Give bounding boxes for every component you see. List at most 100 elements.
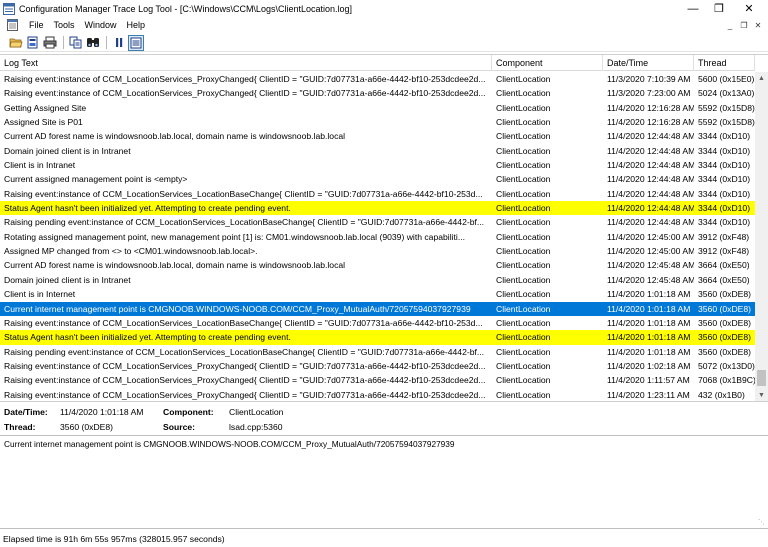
table-row[interactable]: Current internet management point is CMG… [0,301,755,316]
title-bar: Configuration Manager Trace Log Tool - [… [0,0,768,17]
log-text-cell: Raising event:instance of CCM_LocationSe… [4,389,486,400]
restore-button[interactable]: ❐ [706,0,732,17]
column-header-log-text[interactable]: Log Text [0,55,492,71]
table-row[interactable]: Current assigned management point is <em… [0,172,755,186]
menu-window[interactable]: Window [80,20,122,30]
table-row[interactable]: Assigned MP changed from <> to <CM01.win… [0,244,755,258]
component-cell: ClientLocation [496,231,551,242]
component-cell: ClientLocation [496,131,551,142]
table-row[interactable]: Getting Assigned Site ClientLocation 11/4/… [0,101,755,115]
component-cell: ClientLocation [496,289,551,300]
scroll-thumb[interactable] [757,370,766,386]
thread-cell: 3344 (0xD10) [698,131,751,142]
thread-cell: 3560 (0xDE8) [698,346,752,357]
component-cell: ClientLocation [496,74,551,84]
source-value: lsad.cpp:5360 [229,422,283,432]
scroll-up-button[interactable]: ▲ [755,72,768,85]
component-cell: ClientLocation [496,203,551,214]
column-header-component[interactable]: Component [492,55,603,71]
table-row[interactable]: Raising event:instance of CCM_LocationSe… [0,373,755,387]
table-row[interactable]: Assigned Site is P01 ClientLocation 11/4/2… [0,115,755,129]
thread-cell: 3664 (0xE50) [698,260,750,271]
open-folder-icon [9,38,23,48]
document-icon[interactable] [7,19,18,31]
datetime-cell: 11/4/2020 12:45:48 AM [607,274,694,285]
resize-grip-icon[interactable]: ⋱ [758,518,766,526]
column-header-datetime[interactable]: Date/Time [603,55,694,71]
log-grid[interactable]: Log Text Component Date/Time Thread Rais… [0,54,768,402]
component-cell: ClientLocation [496,145,551,156]
chevron-up-icon: ▲ [758,75,765,82]
table-row[interactable]: Domain joined client is in Intranet Clien… [0,144,755,158]
log-text-cell: Domain joined client is in Intranet [4,145,131,156]
table-row[interactable]: Raising pending event:instance of CCM_Lo… [0,215,755,229]
menu-file[interactable]: File [24,20,49,30]
table-row[interactable]: Raising event:instance of CCM_LocationSe… [0,359,755,373]
mdi-close-button[interactable]: ✕ [752,19,764,31]
thread-cell: 432 (0x1B0) [698,389,745,400]
thread-cell: 3344 (0xD10) [698,188,751,199]
menu-help[interactable]: Help [122,20,151,30]
copy-button[interactable] [68,35,84,51]
column-header-thread[interactable]: Thread [694,55,755,71]
component-cell: ClientLocation [496,303,551,314]
log-text-cell: Current AD forest name is windowsnoob.la… [4,131,346,142]
minimize-button[interactable]: — [680,0,706,17]
table-row[interactable]: Raising event:instance of CCM_LocationSe… [0,72,755,86]
datetime-cell: 11/4/2020 12:45:00 AM [607,246,694,257]
table-row[interactable]: Client is in Internet ClientLocation 11/4/… [0,287,755,301]
find-icon [87,38,99,47]
log-text-cell: Current AD forest name is windowsnoob.la… [4,260,346,271]
datetime-cell: 11/4/2020 1:01:18 AM [607,346,691,357]
highlight-button[interactable] [128,34,144,51]
scroll-down-button[interactable]: ▼ [755,389,768,401]
log-text-cell: Status Agent hasn't been initialized yet… [4,203,291,214]
datetime-cell: 11/4/2020 12:45:48 AM [607,260,694,271]
message-box[interactable]: Current internet management point is CMG… [0,435,768,529]
highlight-icon [130,37,142,48]
table-row[interactable]: Raising event:instance of CCM_LocationSe… [0,86,755,100]
table-row[interactable]: Raising event:instance of CCM_LocationSe… [0,388,755,401]
component-cell: ClientLocation [496,274,551,285]
datetime-cell: 11/4/2020 12:44:48 AM [607,203,694,214]
table-row[interactable]: Current AD forest name is windowsnoob.la… [0,258,755,272]
find-button[interactable] [85,35,101,51]
table-row[interactable]: Client is in Intranet ClientLocation 11/4/… [0,158,755,172]
status-bar: Elapsed time is 91h 6m 55s 957ms (328015… [0,532,768,547]
pause-button[interactable] [111,35,127,51]
thread-cell: 7068 (0x1B9C) [698,375,755,386]
thread-cell: 3344 (0xD10) [698,174,751,185]
status-text: Elapsed time is 91h 6m 55s 957ms (328015… [3,534,225,544]
table-row[interactable]: Raising event:instance of CCM_LocationSe… [0,187,755,201]
mdi-minimize-button[interactable]: _ [724,19,736,31]
vertical-scrollbar[interactable]: ▲ ▼ [755,72,768,401]
table-row[interactable]: Raising pending event:instance of CCM_Lo… [0,345,755,359]
table-row[interactable]: Current AD forest name is windowsnoob.la… [0,129,755,143]
datetime-cell: 11/3/2020 7:10:39 AM [607,74,691,84]
table-row[interactable]: Raising event:instance of CCM_LocationSe… [0,316,755,330]
table-row[interactable]: Status Agent hasn't been initialized yet… [0,201,755,216]
print-preview-button[interactable] [25,35,41,51]
component-value: ClientLocation [229,407,284,417]
mdi-restore-button[interactable]: ❐ [738,19,750,31]
pause-icon [116,38,123,47]
log-text-cell: Status Agent hasn't been initialized yet… [4,332,291,343]
menu-tools[interactable]: Tools [49,20,80,30]
datetime-cell: 11/4/2020 12:44:48 AM [607,188,694,199]
mdi-controls: _ ❐ ✕ [724,19,764,31]
datetime-cell: 11/3/2020 7:23:00 AM [607,88,691,99]
log-text-cell: Raising event:instance of CCM_LocationSe… [4,188,483,199]
print-preview-icon [27,36,38,49]
log-text-cell: Raising event:instance of CCM_LocationSe… [4,88,486,99]
open-button[interactable] [8,35,24,51]
table-row[interactable]: Domain joined client is in Intranet Clien… [0,273,755,287]
log-text-cell: Raising event:instance of CCM_LocationSe… [4,375,486,386]
thread-value: 3560 (0xDE8) [60,422,114,432]
table-row[interactable]: Rotating assigned management point, new … [0,230,755,244]
table-row[interactable]: Status Agent hasn't been initialized yet… [0,330,755,345]
close-button[interactable]: ✕ [736,0,762,17]
datetime-cell: 11/4/2020 12:16:28 AM [607,117,694,128]
thread-cell: 3560 (0xDE8) [698,332,752,343]
print-button[interactable] [42,35,58,51]
component-cell: ClientLocation [496,346,551,357]
